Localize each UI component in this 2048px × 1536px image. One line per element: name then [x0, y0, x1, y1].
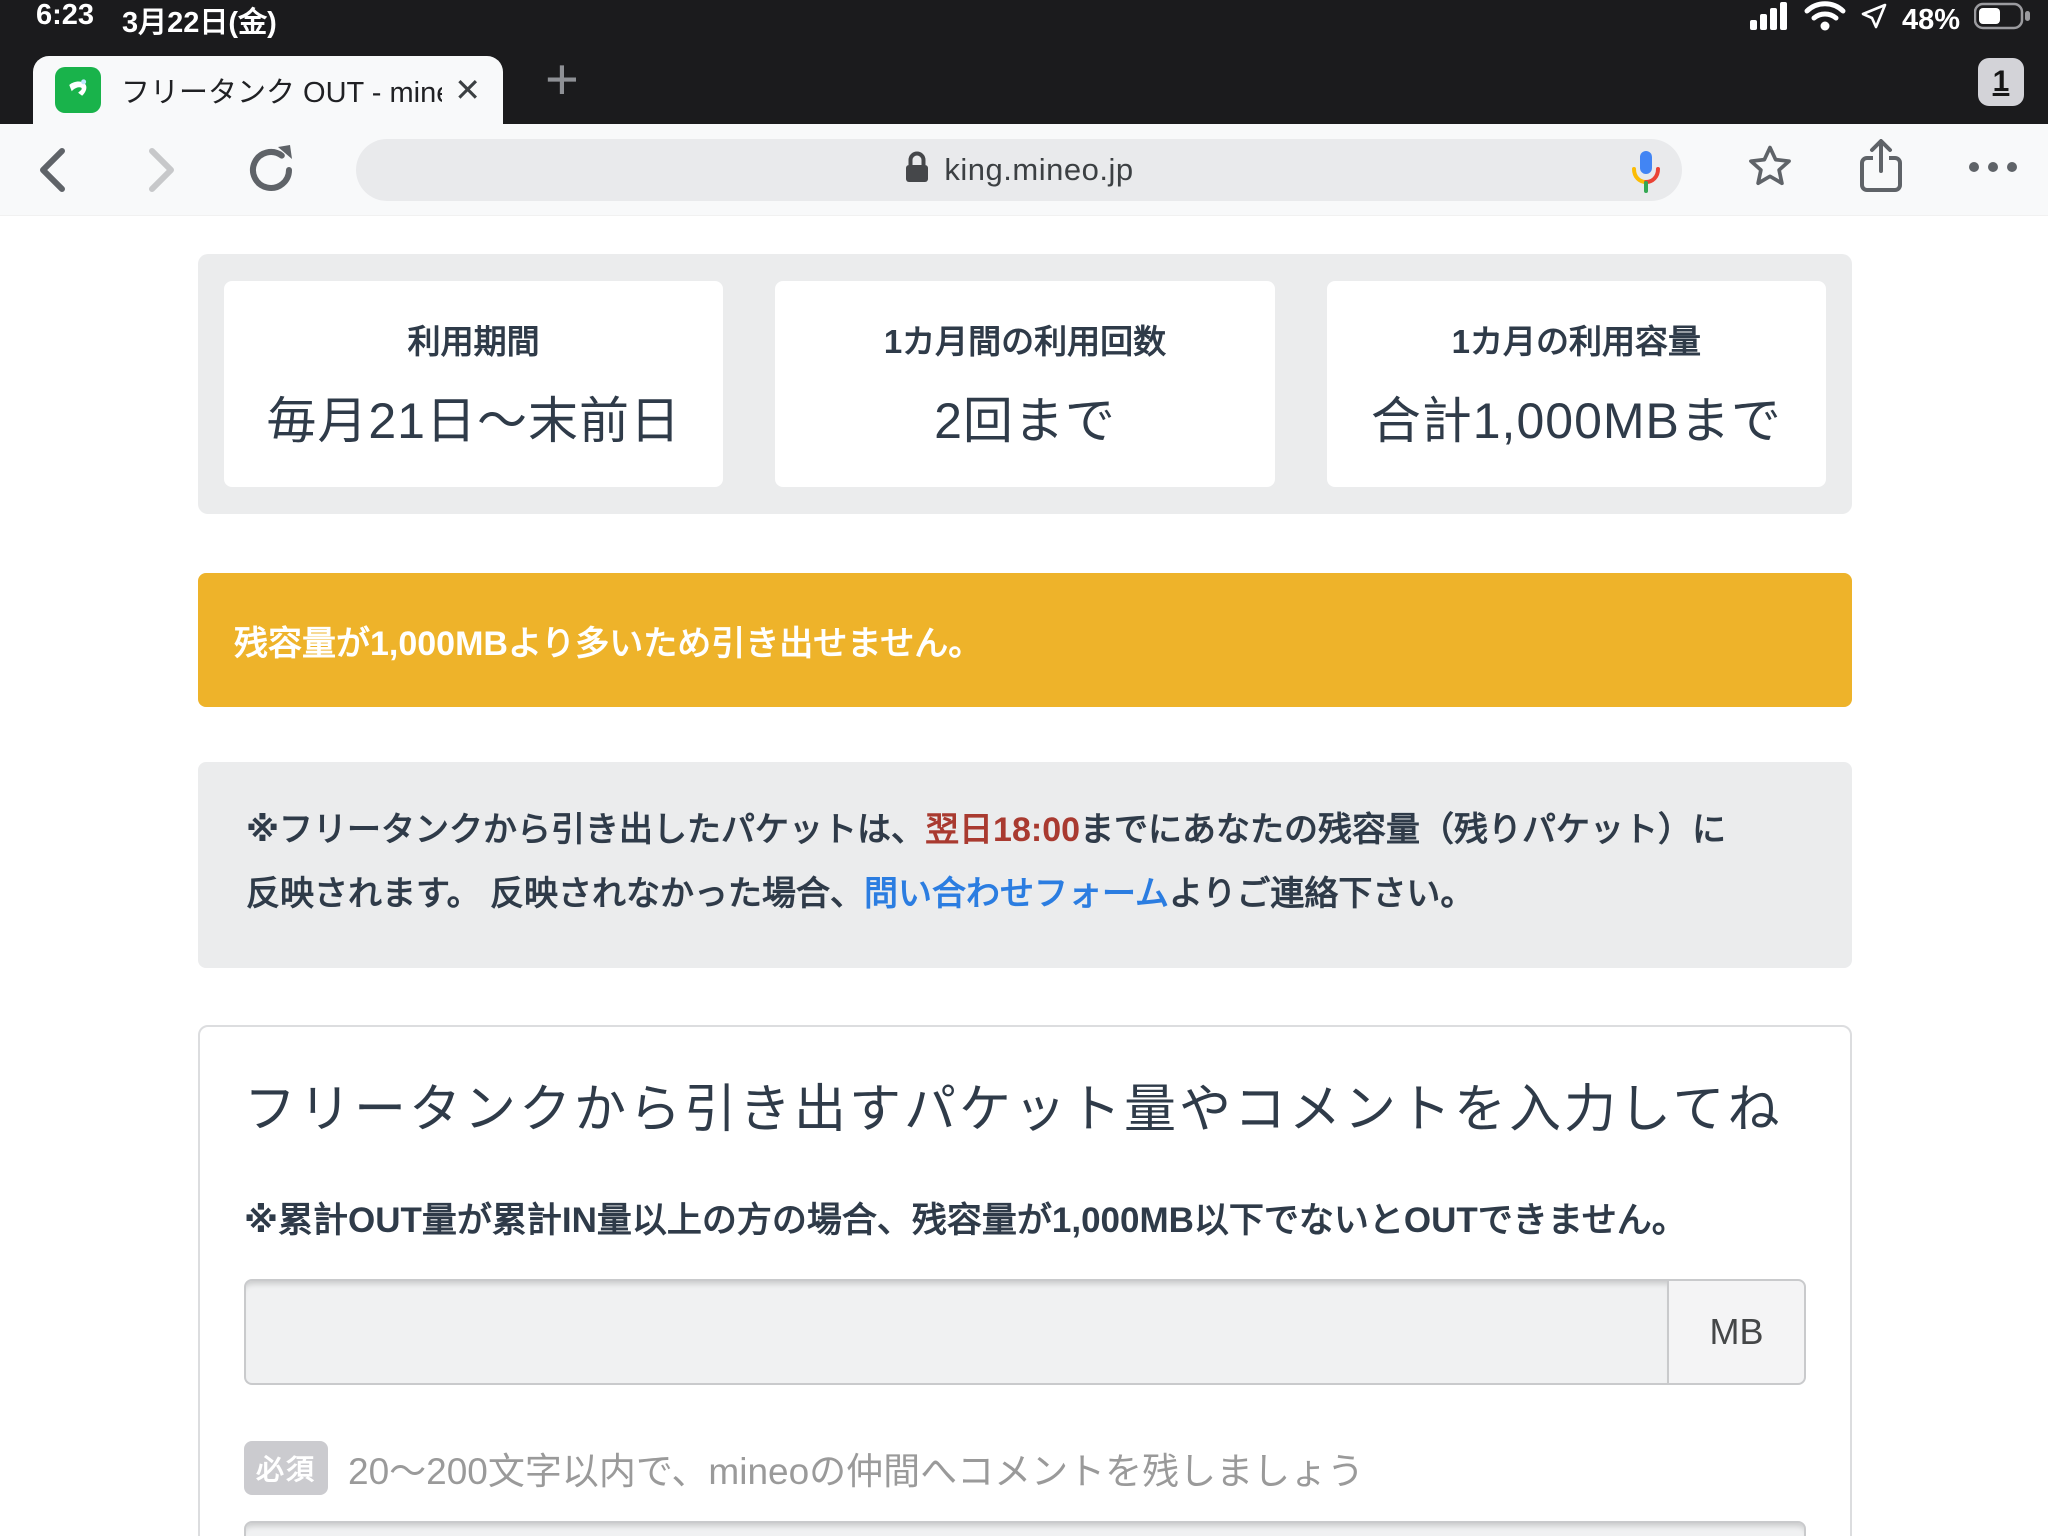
- lock-icon: [904, 150, 930, 189]
- url-text: king.mineo.jp: [944, 151, 1134, 187]
- comment-hint: 20〜200文字以内で、mineoの仲間へコメントを残しましょう: [348, 1451, 1365, 1492]
- battery-percent: 48%: [1901, 3, 1960, 36]
- notice-text: ※フリータンクから引き出したパケットは、: [246, 811, 926, 849]
- comment-label-row: 必須 20〜200文字以内で、mineoの仲間へコメントを残しましょう: [244, 1441, 1806, 1495]
- wifi-icon: [1804, 1, 1846, 39]
- card-title: 1カ月間の利用回数: [883, 323, 1167, 360]
- notice-box: ※フリータンクから引き出したパケットは、翌日18:00までにあなたの残容量（残り…: [198, 762, 1852, 968]
- contact-form-link[interactable]: 問い合わせフォーム: [864, 875, 1169, 913]
- card-value: 2回まで: [934, 393, 1116, 449]
- tab-strip: フリータンク OUT - mineo ✕ + 1: [0, 40, 2048, 124]
- share-icon[interactable]: [1858, 139, 1904, 200]
- location-icon: [1860, 2, 1888, 38]
- amount-input-group: MB: [244, 1279, 1806, 1385]
- card-usage-period: 利用期間 毎月21日〜末前日: [224, 281, 724, 487]
- card-monthly-count: 1カ月間の利用回数 2回まで: [775, 281, 1275, 487]
- card-title: 利用期間: [407, 323, 540, 360]
- browser-screen: 6:23 3月22日(金) 48% フリータンク OUT - mineo ✕ +…: [0, 0, 2048, 1536]
- address-bar[interactable]: king.mineo.jp: [356, 138, 1682, 201]
- form-heading: フリータンクから引き出すパケット量やコメントを入力してね: [244, 1081, 1783, 1139]
- usage-rules-panel: 利用期間 毎月21日〜末前日 1カ月間の利用回数 2回まで 1カ月の利用容量 合…: [198, 254, 1852, 514]
- comment-input[interactable]: [244, 1521, 1806, 1536]
- signal-icon: [1749, 2, 1790, 38]
- toolbar-right-icons: [1744, 139, 2020, 200]
- notice-deadline: 翌日18:00: [925, 811, 1081, 849]
- date: 3月22日(金): [122, 7, 277, 39]
- top-chrome: 6:23 3月22日(金) 48% フリータンク OUT - mineo ✕ +…: [0, 0, 2048, 124]
- status-right: 48%: [1749, 1, 2032, 39]
- tab-close-icon[interactable]: ✕: [454, 71, 481, 109]
- battery-icon: [1973, 2, 2032, 38]
- browser-toolbar: king.mineo.jp: [0, 124, 2048, 216]
- active-tab[interactable]: フリータンク OUT - mineo ✕: [33, 56, 503, 124]
- card-monthly-capacity: 1カ月の利用容量 合計1,000MBまで: [1326, 281, 1826, 487]
- notice-text: までにあなたの残容量（残りパケット）に: [1080, 811, 1727, 849]
- status-left: 6:23 3月22日(金): [36, 0, 277, 41]
- tab-counter-button[interactable]: 1: [1978, 58, 2024, 106]
- clock: 6:23: [36, 0, 95, 31]
- card-value: 毎月21日〜末前日: [266, 393, 681, 449]
- mic-icon[interactable]: [1630, 149, 1662, 198]
- card-title: 1カ月の利用容量: [1451, 323, 1701, 360]
- card-value: 合計1,000MBまで: [1370, 393, 1782, 449]
- page-content: 利用期間 毎月21日〜末前日 1カ月間の利用回数 2回まで 1カ月の利用容量 合…: [198, 216, 1852, 1536]
- bookmark-star-icon[interactable]: [1744, 141, 1796, 198]
- back-icon[interactable]: [34, 144, 74, 196]
- tab-title: フリータンク OUT - mineo: [121, 77, 443, 109]
- form-caution: ※累計OUT量が累計IN量以上の方の場合、残容量が1,000MB以下でないとOU…: [244, 1201, 1687, 1240]
- forward-icon[interactable]: [140, 144, 180, 196]
- menu-dots-icon[interactable]: [1966, 159, 2020, 180]
- warning-text: 残容量が1,000MBより多いため引き出せません。: [234, 624, 983, 663]
- warning-banner: 残容量が1,000MBより多いため引き出せません。: [198, 573, 1852, 707]
- notice-text: よりご連絡下さい。: [1169, 875, 1475, 913]
- amount-unit-addon: MB: [1667, 1279, 1806, 1385]
- reload-icon[interactable]: [244, 143, 298, 197]
- amount-input[interactable]: [244, 1279, 1667, 1385]
- withdraw-form-card: フリータンクから引き出すパケット量やコメントを入力してね ※累計OUT量が累計I…: [198, 1025, 1852, 1536]
- status-bar: 6:23 3月22日(金) 48%: [0, 0, 2048, 40]
- new-tab-icon[interactable]: +: [545, 46, 579, 113]
- notice-text: 反映されます。 反映されなかった場合、: [246, 875, 865, 913]
- required-badge: 必須: [244, 1441, 328, 1495]
- mineo-favicon-icon: [55, 67, 101, 113]
